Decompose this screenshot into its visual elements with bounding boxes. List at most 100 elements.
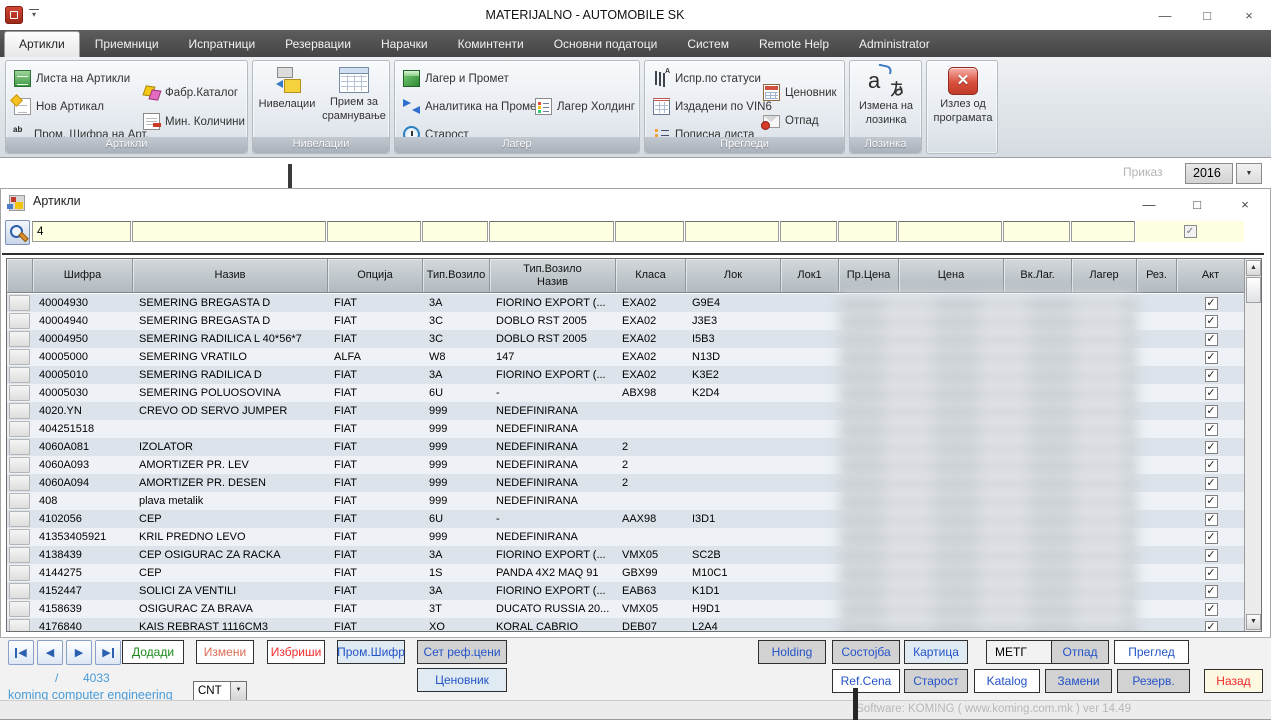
row-selector[interactable] <box>7 528 33 546</box>
active-checkbox[interactable]: ✓ <box>1205 567 1218 580</box>
ref-price-button[interactable]: Ref.Cena <box>832 669 900 693</box>
column-header-opcija[interactable]: Опција <box>328 259 423 292</box>
status-button[interactable]: Состојба <box>832 640 900 664</box>
filter-input-pr-cena[interactable] <box>838 221 897 242</box>
tab-rezervacii[interactable]: Резервации <box>270 31 366 57</box>
active-checkbox[interactable]: ✓ <box>1205 387 1218 400</box>
active-checkbox[interactable]: ✓ <box>1205 585 1218 598</box>
column-header-sifra[interactable]: Шифра <box>33 259 133 292</box>
ribbon-item-izdadeni-po-vin6[interactable]: Издадени по VIN6 <box>653 98 772 115</box>
tab-artikli[interactable]: Артикли <box>4 31 80 57</box>
active-checkbox[interactable]: ✓ <box>1205 603 1218 616</box>
filter-input-cena[interactable] <box>898 221 1002 242</box>
ribbon-item-priem-za-sramnuvanje[interactable]: Прием за срамнување <box>319 65 389 124</box>
tab-osnovni-podatoci[interactable]: Основни податоци <box>539 31 673 57</box>
row-selector[interactable] <box>7 510 33 528</box>
add-button[interactable]: Додади <box>122 640 184 664</box>
filter-input-vk-lag[interactable] <box>1003 221 1070 242</box>
active-checkbox[interactable]: ✓ <box>1205 621 1218 633</box>
preview-button[interactable]: Преглед <box>1114 640 1189 664</box>
metg-field[interactable]: МЕТГ <box>986 640 1052 664</box>
filter-input-klasa[interactable] <box>615 221 684 242</box>
set-ref-prices-button[interactable]: Сет реф.цени <box>417 640 507 664</box>
column-header-tip-vozilo-naziv[interactable]: Тип.Возило Назив <box>490 259 616 292</box>
cnt-select[interactable]: CNT ▼ <box>193 681 247 701</box>
child-minimize-button[interactable]: — <box>1141 197 1157 212</box>
active-checkbox[interactable]: ✓ <box>1205 315 1218 328</box>
row-selector[interactable] <box>7 348 33 366</box>
filter-input-lok1[interactable] <box>780 221 837 242</box>
reservations-button[interactable]: Резерв. <box>1117 669 1190 693</box>
tab-sistem[interactable]: Систем <box>672 31 744 57</box>
row-selector[interactable] <box>7 546 33 564</box>
ribbon-item-otpad[interactable]: Отпад <box>763 113 819 128</box>
row-selector[interactable] <box>7 294 33 312</box>
active-checkbox[interactable]: ✓ <box>1205 369 1218 382</box>
filter-input-tip-vozilo[interactable] <box>422 221 488 242</box>
filter-input-lager[interactable] <box>1071 221 1135 242</box>
filter-input-lok[interactable] <box>685 221 779 242</box>
back-button[interactable]: Назад <box>1204 669 1263 693</box>
ribbon-item-izmena-na-lozinka[interactable]: a Измена на лозинка <box>852 65 920 128</box>
column-header-pr-cena[interactable]: Пр.Цена <box>839 259 899 292</box>
filter-input-sifra[interactable] <box>32 221 131 242</box>
maximize-button[interactable]: □ <box>1199 8 1215 23</box>
ribbon-item-cenovnik[interactable]: Ценовник <box>763 84 837 101</box>
column-header-tip-vozilo[interactable]: Тип.Возило <box>423 259 490 292</box>
minimize-button[interactable]: — <box>1157 8 1173 23</box>
column-header-lager[interactable]: Лагер <box>1072 259 1137 292</box>
card-button[interactable]: Картица <box>904 640 968 664</box>
filter-active-checkbox[interactable]: ✓ <box>1184 225 1197 238</box>
row-selector[interactable] <box>7 312 33 330</box>
nav-prev-button[interactable]: ◀ <box>37 640 63 665</box>
age-button[interactable]: Старост <box>904 669 968 693</box>
ribbon-item-fabr-katalog[interactable]: Фабр.Каталог <box>143 84 238 101</box>
ribbon-item-nov-artikal[interactable]: Нов Артикал <box>14 98 104 115</box>
child-maximize-button[interactable]: □ <box>1189 197 1205 212</box>
row-selector[interactable] <box>7 582 33 600</box>
tab-ispratnici[interactable]: Испратници <box>174 31 271 57</box>
active-checkbox[interactable]: ✓ <box>1205 351 1218 364</box>
active-checkbox[interactable]: ✓ <box>1205 297 1218 310</box>
scrollbar-thumb[interactable] <box>1246 277 1261 303</box>
filter-search-icon[interactable] <box>5 220 30 245</box>
ribbon-item-min-kolicini[interactable]: Мин. Количини <box>143 113 245 130</box>
row-selector[interactable] <box>7 438 33 456</box>
scroll-down-icon[interactable]: ▼ <box>1246 614 1261 630</box>
child-close-button[interactable]: × <box>1237 197 1253 212</box>
active-checkbox[interactable]: ✓ <box>1205 459 1218 472</box>
ribbon-item-analitika-na-promet[interactable]: Аналитика на Промет <box>403 98 541 115</box>
nav-first-button[interactable]: ◀ <box>8 640 34 665</box>
column-header-lok[interactable]: Лок <box>686 259 781 292</box>
nav-last-button[interactable]: ▶ <box>95 640 121 665</box>
active-checkbox[interactable]: ✓ <box>1205 405 1218 418</box>
active-checkbox[interactable]: ✓ <box>1205 513 1218 526</box>
row-selector[interactable] <box>7 492 33 510</box>
active-checkbox[interactable]: ✓ <box>1205 495 1218 508</box>
close-button[interactable]: × <box>1241 8 1257 23</box>
nav-next-button[interactable]: ▶ <box>66 640 92 665</box>
ribbon-item-lager-i-promet[interactable]: Лагер и Промет <box>403 70 509 87</box>
active-checkbox[interactable]: ✓ <box>1205 477 1218 490</box>
catalog-button[interactable]: Katalog <box>974 669 1040 693</box>
display-year-select[interactable]: 2016 <box>1185 163 1233 184</box>
ribbon-item-lager-holding[interactable]: Лагер Холдинг <box>535 98 635 115</box>
column-header-akt[interactable]: Акт <box>1177 259 1245 292</box>
replacements-button[interactable]: Замени <box>1045 669 1112 693</box>
tab-remote-help[interactable]: Remote Help <box>744 31 844 57</box>
ribbon-item-lista-na-artikli[interactable]: Листа на Артикли <box>14 70 130 87</box>
vertical-scrollbar[interactable]: ▲ ▼ <box>1244 259 1261 631</box>
display-year-dropdown-arrow-icon[interactable]: ▼ <box>1236 163 1262 184</box>
tab-priemnici[interactable]: Приемници <box>80 31 174 57</box>
row-selector[interactable] <box>7 456 33 474</box>
change-code-button[interactable]: Пром.Шифр <box>337 640 405 664</box>
filter-input-opcija[interactable] <box>327 221 421 242</box>
active-checkbox[interactable]: ✓ <box>1205 423 1218 436</box>
active-checkbox[interactable]: ✓ <box>1205 531 1218 544</box>
delete-button[interactable]: Избриши <box>267 640 325 664</box>
column-header-cena[interactable]: Цена <box>899 259 1004 292</box>
row-selector[interactable] <box>7 600 33 618</box>
holding-button[interactable]: Holding <box>758 640 826 664</box>
ribbon-item-ispr-po-statusi[interactable]: Испр.по статуси <box>653 70 761 87</box>
active-checkbox[interactable]: ✓ <box>1205 333 1218 346</box>
